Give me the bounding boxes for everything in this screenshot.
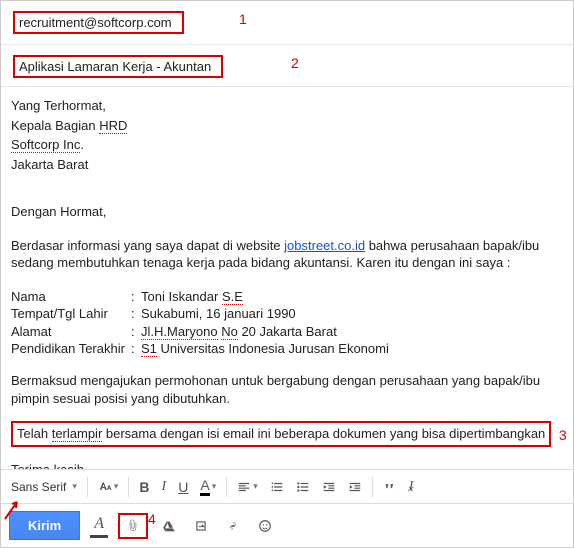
attach-file-button[interactable] [118,513,148,539]
to-field[interactable]: recruitment@softcorp.com 1 [1,1,573,45]
insert-emoji-button[interactable] [254,517,276,535]
emoji-icon [258,519,272,533]
image-icon [194,519,208,533]
label-address: Alamat [11,323,131,341]
formatting-toggle-button[interactable]: A [90,513,108,538]
label-education: Pendidikan Terakhir [11,340,131,358]
formatting-toolbar: Sans Serif▾ ▾ B I U A▾ ▾ I✕ [1,469,573,503]
annotation-2: 2 [291,55,299,71]
recipient-text: recruitment@softcorp.com [19,15,172,30]
label-birth: Tempat/Tgl Lahir [11,305,131,323]
align-button[interactable]: ▾ [233,478,262,496]
compose-footer: Kirim A 4 [1,503,573,547]
value-name: Toni Iskandar S.E [141,288,389,306]
annotation-3: 3 [559,427,567,443]
indent-more-button[interactable] [344,478,366,496]
subject-highlight: Aplikasi Lamaran Kerja - Akuntan [13,55,223,78]
salutation-line: Yang Terhormat, [11,97,563,115]
font-family-select[interactable]: Sans Serif▾ [7,478,81,496]
font-size-button[interactable]: ▾ [94,478,123,496]
value-education: S1 Universitas Indonesia Jurusan Ekonomi [141,340,389,358]
paperclip-icon [126,519,140,533]
attachment-sentence-box: Telah terlampir bersama dengan isi email… [11,421,551,447]
company-line: Softcorp Inc. [11,136,563,154]
italic-button[interactable]: I [158,477,171,497]
arrow-annotation-icon [3,499,21,521]
applicant-details: Nama: Toni Iskandar S.E Tempat/Tgl Lahir… [11,288,389,358]
message-body[interactable]: Yang Terhormat, Kepala Bagian HRD Softco… [1,87,573,488]
insert-photo-button[interactable] [190,517,212,535]
remove-formatting-button[interactable]: I✕ [405,477,418,497]
annotation-1: 1 [239,11,247,27]
recipient-chip[interactable]: recruitment@softcorp.com [13,11,184,34]
link-icon [226,519,240,533]
text-color-button[interactable]: A▾ [196,475,220,498]
greeting-line: Dengan Hormat, [11,203,563,221]
subject-field[interactable]: Aplikasi Lamaran Kerja - Akuntan 2 [1,45,573,87]
bulleted-list-button[interactable] [292,478,314,496]
value-birth: Sukabumi, 16 januari 1990 [141,305,389,323]
value-address: Jl.H.Maryono No 20 Jakarta Barat [141,323,389,341]
subject-text: Aplikasi Lamaran Kerja - Akuntan [19,59,211,74]
intent-paragraph: Bermaksud mengajukan permohonan untuk be… [11,372,563,407]
city-line: Jakarta Barat [11,156,563,174]
hrd-line: Kepala Bagian HRD [11,117,563,135]
chevron-down-icon: ▾ [72,481,77,492]
insert-link-button[interactable] [222,517,244,535]
quote-button[interactable] [379,478,401,496]
numbered-list-button[interactable] [266,478,288,496]
intro-paragraph: Berdasar informasi yang saya dapat di we… [11,237,563,272]
label-name: Nama [11,288,131,306]
jobstreet-link[interactable]: jobstreet.co.id [284,238,365,253]
drive-icon [162,519,176,533]
annotation-4: 4 [148,511,156,527]
insert-drive-button[interactable] [158,517,180,535]
bold-button[interactable]: B [135,477,153,497]
compose-window: recruitment@softcorp.com 1 Aplikasi Lama… [0,0,574,548]
underline-button[interactable]: U [174,477,192,497]
indent-less-button[interactable] [318,478,340,496]
